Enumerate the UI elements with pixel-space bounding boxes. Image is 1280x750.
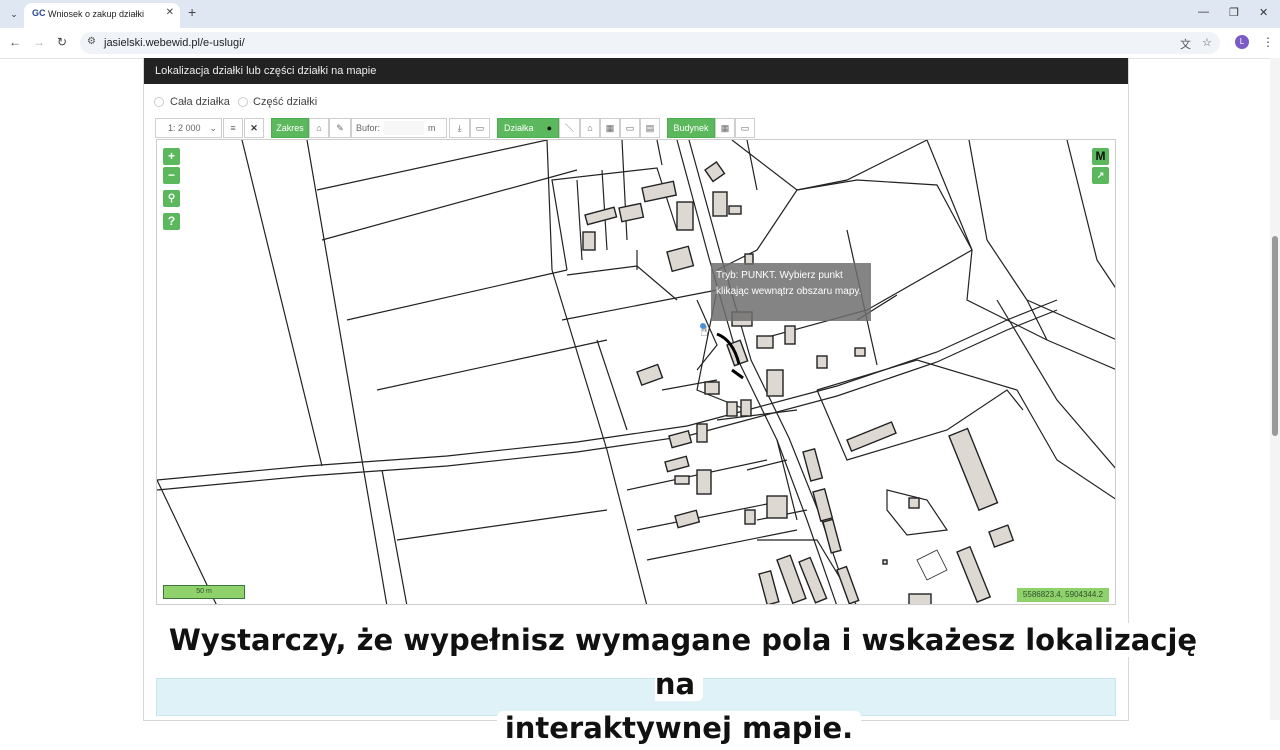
cadastral-map[interactable]: ☝ + − ⚲ ? M ↗ Tryb: PUNKT. Wybierz punkt… xyxy=(156,139,1116,605)
close-window-icon[interactable]: ✕ xyxy=(1259,6,1268,19)
menu-kebab-icon[interactable]: ⋮ xyxy=(1262,35,1274,49)
restore-icon[interactable]: ❐ xyxy=(1229,6,1239,19)
scrollbar-thumb[interactable] xyxy=(1272,236,1278,436)
scale-select[interactable]: 1: 2 000 ⌄ xyxy=(155,118,222,138)
file-icon[interactable]: ▭ xyxy=(620,118,640,138)
zoom-in-button[interactable]: + xyxy=(163,148,180,165)
address-bar: ← → ↻ ⚙ jasielski.webewid.pl/e-uslugi/ 文… xyxy=(0,28,1280,59)
layers-icon[interactable]: ≡ xyxy=(223,118,243,138)
profile-avatar[interactable]: L xyxy=(1235,35,1249,49)
tab-search-icon[interactable]: ⌄ xyxy=(6,7,22,21)
radio-part-plot[interactable] xyxy=(238,97,248,107)
subtitle-caption: Wystarczy, że wypełnisz wymagane pola i … xyxy=(143,618,1215,750)
download-icon[interactable]: ⤓ xyxy=(449,118,470,138)
building-file-icon[interactable]: ▭ xyxy=(735,118,755,138)
search-icon[interactable]: ⚲ xyxy=(163,190,180,207)
browser-tab[interactable]: GC Wniosek o zakup działki ✕ xyxy=(24,3,180,28)
map-canvas[interactable]: ☝ xyxy=(157,140,1116,605)
zakres-button[interactable]: Zakres xyxy=(271,118,309,138)
tab-strip: ⌄ GC Wniosek o zakup działki ✕ + — ❐ ✕ xyxy=(0,0,1280,28)
table-icon[interactable]: ▦ xyxy=(600,118,620,138)
new-tab-icon[interactable]: + xyxy=(188,4,196,20)
draw-area-icon[interactable]: ⌂ xyxy=(580,118,600,138)
bookmark-star-icon[interactable]: ☆ xyxy=(1202,36,1212,49)
caption-line-1: Wystarczy, że wypełnisz wymagane pola i … xyxy=(160,623,1198,701)
hand-cursor-icon: ☝ xyxy=(700,324,709,340)
caption-line-2: interaktywnej mapie. xyxy=(496,711,862,745)
back-icon[interactable]: ← xyxy=(9,35,21,49)
dzialka-button[interactable]: Działka ● xyxy=(497,118,559,138)
selection-mark xyxy=(731,368,744,380)
document-icon[interactable]: ▭ xyxy=(470,118,490,138)
fullscreen-icon[interactable]: ↗ xyxy=(1092,167,1109,184)
forward-icon[interactable]: → xyxy=(33,35,45,49)
radio-whole-plot-label[interactable]: Cała działka xyxy=(170,96,230,108)
close-tab-icon[interactable]: ✕ xyxy=(166,7,174,18)
point-mode-icon: ● xyxy=(546,123,552,133)
scale-bar: 50 m xyxy=(163,585,245,599)
radio-whole-plot[interactable] xyxy=(154,97,164,107)
budynek-button[interactable]: Budynek xyxy=(667,118,715,138)
zoom-out-button[interactable]: − xyxy=(163,167,180,184)
chevron-down-icon: ⌄ xyxy=(209,123,217,133)
radio-part-plot-label[interactable]: Część działki xyxy=(253,96,317,108)
edit-shape-icon[interactable]: ✎ xyxy=(329,118,351,138)
buffer-input[interactable] xyxy=(384,121,424,135)
panel-title: Lokalizacja działki lub części działki n… xyxy=(144,58,1128,84)
buildings xyxy=(582,160,1015,604)
translate-icon[interactable]: 文 xyxy=(1180,36,1191,52)
url-omnibox[interactable]: ⚙ jasielski.webewid.pl/e-uslugi/ 文 ☆ xyxy=(80,32,1220,54)
help-button[interactable]: ? xyxy=(163,213,180,230)
building-table-icon[interactable]: ▦ xyxy=(715,118,735,138)
draw-polygon-icon[interactable]: ⌂ xyxy=(309,118,329,138)
coordinate-readout: 5586823.4, 5904344.2 xyxy=(1016,588,1109,602)
minimize-icon[interactable]: — xyxy=(1198,6,1209,18)
site-info-icon[interactable]: ⚙ xyxy=(87,36,96,47)
url-text[interactable]: jasielski.webewid.pl/e-uslugi/ xyxy=(104,37,245,49)
reload-icon[interactable]: ↻ xyxy=(57,35,67,49)
tab-title: Wniosek o zakup działki xyxy=(48,9,145,19)
favicon-icon: GC xyxy=(32,8,46,18)
mode-tooltip: Tryb: PUNKT. Wybierz punkt klikając wewn… xyxy=(711,263,871,321)
draw-line-icon[interactable]: ＼ xyxy=(559,118,580,138)
report-icon[interactable]: ▤ xyxy=(640,118,660,138)
buffer-field[interactable]: Bufor: m xyxy=(351,118,447,138)
basemap-button[interactable]: M xyxy=(1092,148,1109,165)
clear-icon[interactable]: ✕ xyxy=(244,118,264,138)
